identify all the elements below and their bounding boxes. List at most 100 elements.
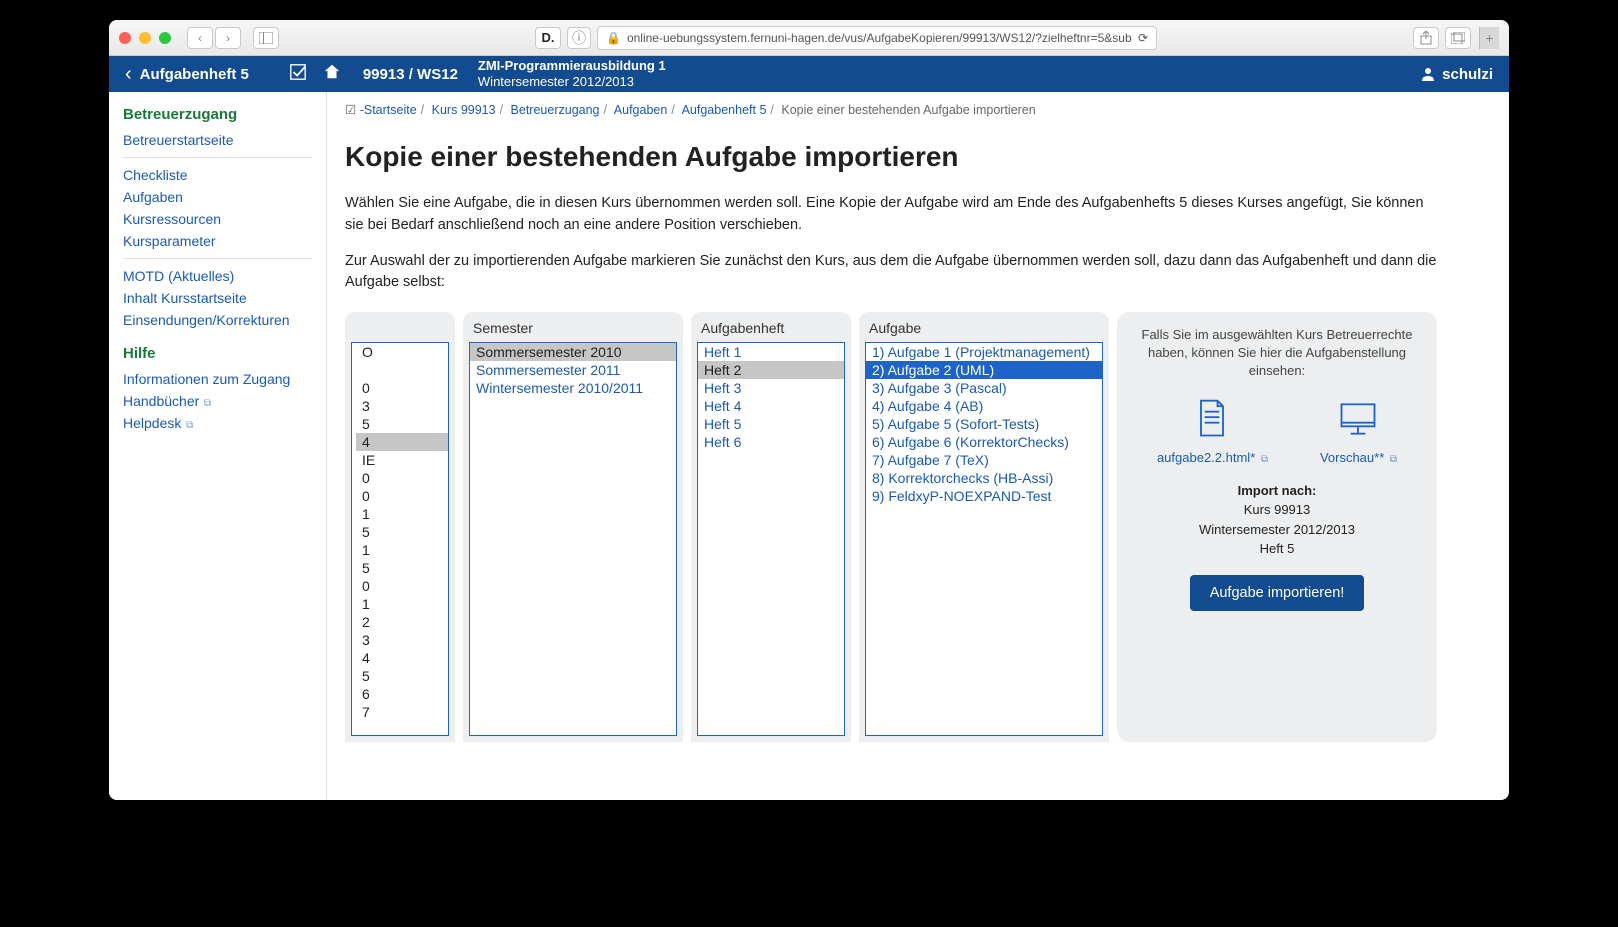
list-item[interactable]: Heft 5 xyxy=(698,415,844,433)
list-item[interactable]: 5) Aufgabe 5 (Sofort-Tests) xyxy=(866,415,1102,433)
reload-icon[interactable]: ⟳ xyxy=(1138,31,1148,45)
sidebar-item-helpdesk[interactable]: Helpdesk ⧉ xyxy=(109,412,326,434)
list-item[interactable]: 0 xyxy=(356,487,448,505)
sidebar-item-kursstartseite[interactable]: Inhalt Kursstartseite xyxy=(109,287,326,309)
list-item[interactable]: 7 xyxy=(356,703,448,721)
column-heft-body[interactable]: Heft 1Heft 2Heft 3Heft 4Heft 5Heft 6 xyxy=(697,342,845,736)
breadcrumb-link[interactable]: Aufgabenheft 5 xyxy=(682,103,767,117)
column-semester: Semester Sommersemester 2010Sommersemest… xyxy=(463,312,683,742)
browser-url-bar[interactable]: 🔒 online-uebungssystem.fernuni-hagen.de/… xyxy=(597,26,1157,50)
browser-extension-icon[interactable]: D. xyxy=(535,27,561,49)
import-button[interactable]: Aufgabe importieren! xyxy=(1190,575,1365,611)
window-zoom-button[interactable] xyxy=(159,32,171,44)
back-chevron-icon[interactable]: ‹ xyxy=(125,63,132,86)
list-item[interactable]: Heft 4 xyxy=(698,397,844,415)
list-item[interactable]: Heft 3 xyxy=(698,379,844,397)
column-semester-body[interactable]: Sommersemester 2010Sommersemester 2011Wi… xyxy=(469,342,677,736)
column-aufgabe-body[interactable]: 1) Aufgabe 1 (Projektmanagement)2) Aufga… xyxy=(865,342,1103,736)
checklist-small-icon: ☑ xyxy=(345,103,356,117)
course-info: ZMI-Programmierausbildung 1 Wintersemest… xyxy=(478,58,666,89)
document-icon xyxy=(1190,397,1234,441)
list-item[interactable]: 0 xyxy=(356,379,448,397)
sidebar-item-motd[interactable]: MOTD (Aktuelles) xyxy=(109,265,326,287)
preview-link-vorschau[interactable]: Vorschau** ⧉ xyxy=(1320,450,1397,465)
list-item[interactable]: Heft 2 xyxy=(698,361,844,379)
list-item[interactable]: 5 xyxy=(356,523,448,541)
user-icon xyxy=(1420,66,1436,82)
list-item[interactable]: 1 xyxy=(356,595,448,613)
breadcrumb-link[interactable]: Aufgaben xyxy=(614,103,668,117)
import-target: Import nach: Kurs 99913 Wintersemester 2… xyxy=(1131,481,1423,559)
import-target-term: Wintersemester 2012/2013 xyxy=(1199,522,1355,537)
browser-forward-button[interactable]: › xyxy=(215,27,241,49)
home-icon[interactable] xyxy=(323,63,341,85)
list-item[interactable]: Heft 6 xyxy=(698,433,844,451)
course-id[interactable]: 99913 / WS12 xyxy=(363,66,458,83)
list-item[interactable]: 5 xyxy=(356,667,448,685)
tabs-button[interactable] xyxy=(1445,27,1471,49)
list-item[interactable]: 9) FeldxyP-NOEXPAND-Test xyxy=(866,487,1102,505)
list-item[interactable]: 2 xyxy=(356,613,448,631)
browser-back-button[interactable]: ‹ xyxy=(187,27,213,49)
list-item[interactable]: 6) Aufgabe 6 (KorrektorChecks) xyxy=(866,433,1102,451)
list-item[interactable]: 4) Aufgabe 4 (AB) xyxy=(866,397,1102,415)
sidebar-item-einsendungen[interactable]: Einsendungen/Korrekturen xyxy=(109,309,326,331)
sidebar-item-checkliste[interactable]: Checkliste xyxy=(109,164,326,186)
list-item[interactable]: 1 xyxy=(356,505,448,523)
list-item[interactable]: IE xyxy=(356,451,448,469)
list-item[interactable]: 5 xyxy=(356,559,448,577)
list-item[interactable]: 1) Aufgabe 1 (Projektmanagement) xyxy=(866,343,1102,361)
import-target-kurs: Kurs 99913 xyxy=(1244,502,1311,517)
list-item[interactable]: 7) Aufgabe 7 (TeX) xyxy=(866,451,1102,469)
header-back-label[interactable]: Aufgabenheft 5 xyxy=(140,66,249,83)
list-item[interactable]: 0 xyxy=(356,469,448,487)
preview-link-html[interactable]: aufgabe2.2.html* ⧉ xyxy=(1157,450,1268,465)
share-button[interactable] xyxy=(1413,27,1439,49)
column-kurs-body[interactable]: O 0354IE00151501234567 xyxy=(351,342,449,736)
checklist-icon[interactable] xyxy=(289,63,307,85)
column-aufgabe: Aufgabe 1) Aufgabe 1 (Projektmanagement)… xyxy=(859,312,1109,742)
sidebar-section-hilfe: Hilfe xyxy=(109,341,326,368)
list-item[interactable]: 3 xyxy=(356,631,448,649)
list-item[interactable]: 2) Aufgabe 2 (UML) xyxy=(866,361,1102,379)
user-menu[interactable]: schulzi xyxy=(1420,66,1493,83)
sidebar-item-kursressourcen[interactable]: Kursressourcen xyxy=(109,208,326,230)
list-item[interactable]: 0 xyxy=(356,577,448,595)
list-item[interactable] xyxy=(356,361,448,379)
breadcrumb: ☑ -Startseite/ Kurs 99913/ Betreuerzugan… xyxy=(345,92,1491,123)
breadcrumb-link[interactable]: Betreuerzugang xyxy=(511,103,600,117)
list-item[interactable]: 5 xyxy=(356,415,448,433)
sidebar-item-aufgaben[interactable]: Aufgaben xyxy=(109,186,326,208)
preview-panel: Falls Sie im ausgewählten Kurs Betreuerr… xyxy=(1117,312,1437,742)
column-heft: Aufgabenheft Heft 1Heft 2Heft 3Heft 4Hef… xyxy=(691,312,851,742)
list-item[interactable]: 4 xyxy=(356,433,448,451)
list-item[interactable]: 1 xyxy=(356,541,448,559)
window-minimize-button[interactable] xyxy=(139,32,151,44)
browser-sidebar-toggle[interactable] xyxy=(253,27,279,49)
sidebar-item-informationen[interactable]: Informationen zum Zugang xyxy=(109,368,326,390)
list-item[interactable]: Sommersemester 2011 xyxy=(470,361,676,379)
intro-paragraph-1: Wählen Sie eine Aufgabe, die in diesen K… xyxy=(345,193,1445,237)
new-tab-button[interactable]: + xyxy=(1479,27,1499,49)
breadcrumb-link[interactable]: Kurs 99913 xyxy=(432,103,496,117)
window-close-button[interactable] xyxy=(119,32,131,44)
url-text: online-uebungssystem.fernuni-hagen.de/vu… xyxy=(627,31,1132,45)
browser-site-info-icon[interactable]: ⓘ xyxy=(567,27,591,49)
list-item[interactable]: Wintersemester 2010/2011 xyxy=(470,379,676,397)
column-semester-head: Semester xyxy=(463,312,683,342)
list-item[interactable]: 4 xyxy=(356,649,448,667)
username: schulzi xyxy=(1442,66,1493,83)
list-item[interactable]: 3 xyxy=(356,397,448,415)
list-item[interactable]: Heft 1 xyxy=(698,343,844,361)
sidebar-item-betreuerstartseite[interactable]: Betreuerstartseite xyxy=(109,129,326,151)
sidebar-section-betreuerzugang: Betreuerzugang xyxy=(109,102,326,129)
list-item[interactable]: 8) Korrektorchecks (HB-Assi) xyxy=(866,469,1102,487)
breadcrumb-link[interactable]: -Startseite xyxy=(360,103,417,117)
list-item[interactable]: Sommersemester 2010 xyxy=(470,343,676,361)
sidebar-item-kursparameter[interactable]: Kursparameter xyxy=(109,230,326,252)
list-item[interactable]: O xyxy=(356,343,448,361)
list-item[interactable]: 6 xyxy=(356,685,448,703)
sidebar-item-handbuecher[interactable]: Handbücher ⧉ xyxy=(109,390,326,412)
list-item[interactable]: 3) Aufgabe 3 (Pascal) xyxy=(866,379,1102,397)
external-link-icon: ⧉ xyxy=(1390,454,1397,465)
